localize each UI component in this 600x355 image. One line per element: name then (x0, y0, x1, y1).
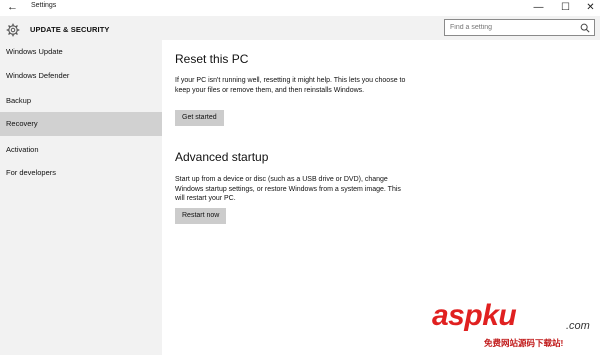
reset-description: If your PC isn't running well, resetting… (175, 77, 406, 94)
sidebar: UPDATE & SECURITY Windows Update Windows… (0, 16, 162, 355)
sidebar-item-backup[interactable]: Backup (0, 89, 162, 113)
minimize-button[interactable]: — (526, 0, 551, 16)
back-arrow-icon[interactable]: ← (7, 1, 19, 14)
advanced-startup-heading: Advanced startup (175, 150, 269, 164)
sidebar-item-activation[interactable]: Activation (0, 138, 162, 162)
advanced-startup-description: Start up from a device or disc (such as … (175, 176, 401, 203)
sidebar-item-windows-update[interactable]: Windows Update (0, 40, 162, 64)
search-box[interactable] (444, 19, 595, 36)
gear-icon (6, 23, 20, 37)
get-started-button[interactable]: Get started (175, 110, 224, 126)
watermark: aspku .com 免费网站源码下载站! (432, 299, 600, 355)
search-input[interactable] (445, 20, 575, 35)
watermark-tld: .com (566, 320, 590, 332)
restart-now-button[interactable]: Restart now (175, 208, 227, 224)
title-bar: ← Settings — ☐ ✕ (0, 0, 600, 16)
sidebar-item-for-developers[interactable]: For developers (0, 161, 162, 185)
section-header: UPDATE & SECURITY (30, 25, 110, 34)
watermark-brand: aspku (432, 299, 517, 332)
sidebar-item-windows-defender[interactable]: Windows Defender (0, 64, 162, 88)
close-button[interactable]: ✕ (578, 0, 600, 16)
search-icon[interactable] (580, 23, 590, 33)
watermark-tagline: 免费网站源码下载站! (484, 338, 564, 348)
maximize-button[interactable]: ☐ (553, 0, 578, 16)
sidebar-item-recovery[interactable]: Recovery (0, 112, 162, 136)
window-title: Settings (31, 2, 57, 9)
reset-heading: Reset this PC (175, 52, 249, 66)
